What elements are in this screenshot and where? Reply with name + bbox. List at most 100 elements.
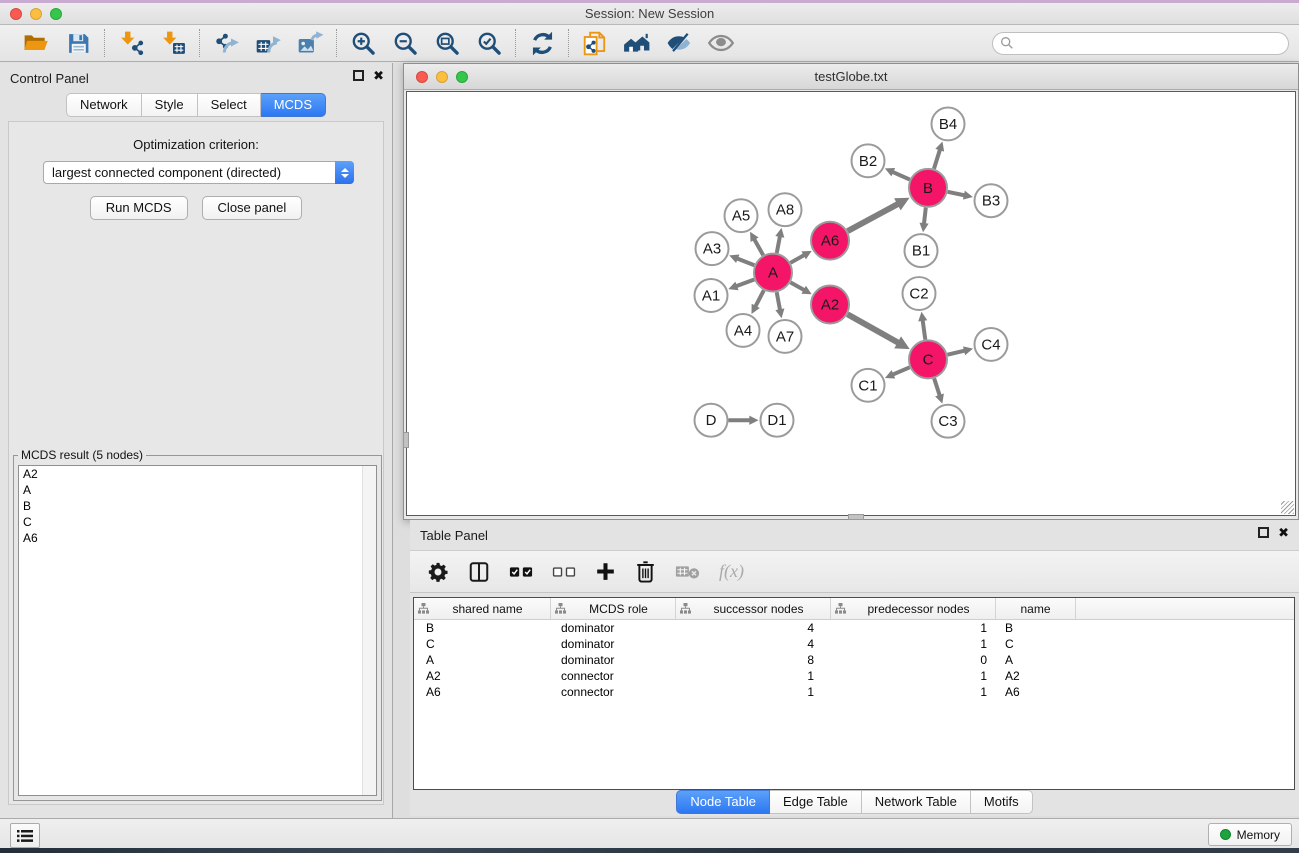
cell-successor-nodes[interactable]: 1 [676,668,831,684]
graph-edge-A2-C[interactable] [847,314,898,343]
mcds-result-item[interactable]: A2 [19,466,376,482]
column-header-shared-name[interactable]: shared name [414,598,551,619]
graph-edge-A-A2[interactable] [790,282,804,290]
task-history-button[interactable] [10,823,40,848]
cell-predecessor-nodes[interactable]: 1 [831,620,996,636]
function-builder-button[interactable]: f(x) [719,561,744,582]
graph-edge-A-A3[interactable] [737,258,755,265]
graph-edge-C-C3[interactable] [934,378,940,396]
first-neighbors-button[interactable] [623,29,651,57]
cell-MCDS-role[interactable]: dominator [551,636,676,652]
table-row[interactable]: Cdominator41C [414,636,1294,652]
graph-edge-A-A5[interactable] [754,239,763,255]
resize-grip-icon[interactable] [1281,501,1294,514]
graph-edge-A-A6[interactable] [790,255,804,263]
graph-edge-B-B2[interactable] [892,172,909,180]
table-row[interactable]: A2connector11A2 [414,668,1294,684]
run-mcds-button[interactable]: Run MCDS [90,196,188,220]
tab-select[interactable]: Select [198,93,261,117]
graph-edge-A6-B[interactable] [848,204,899,231]
cell-name[interactable]: A [996,652,1076,668]
zoom-in-button[interactable] [349,29,377,57]
graph-edge-A-A1[interactable] [736,280,754,287]
zoom-fit-button[interactable] [433,29,461,57]
result-scrollbar[interactable] [362,466,376,795]
duplicate-network-button[interactable] [581,29,609,57]
table-options-button[interactable] [427,561,449,583]
cell-MCDS-role[interactable]: connector [551,684,676,700]
memory-button[interactable]: Memory [1208,823,1292,846]
cell-MCDS-role[interactable]: dominator [551,652,676,668]
table-row[interactable]: A6connector11A6 [414,684,1294,700]
delete-table-button[interactable] [675,563,700,580]
mcds-result-item[interactable]: C [19,514,376,530]
network-window-titlebar[interactable]: testGlobe.txt [404,64,1298,90]
cell-shared-name[interactable]: C [414,636,551,652]
open-session-button[interactable] [22,29,50,57]
mcds-result-item[interactable]: B [19,498,376,514]
tab-network[interactable]: Network [66,93,142,117]
column-header-predecessor-nodes[interactable]: predecessor nodes [831,598,996,619]
zoom-out-button[interactable] [391,29,419,57]
cell-shared-name[interactable]: A2 [414,668,551,684]
search-box[interactable] [992,32,1289,55]
tab-style[interactable]: Style [142,93,198,117]
table-float-panel-icon[interactable] [1258,527,1269,538]
close-panel-button[interactable]: Close panel [202,196,303,220]
cell-name[interactable]: A2 [996,668,1076,684]
delete-column-button[interactable] [635,560,656,583]
cell-shared-name[interactable]: A [414,652,551,668]
table-close-panel-icon[interactable]: ✖ [1278,527,1289,538]
import-network-button[interactable] [117,29,145,57]
cell-name[interactable]: B [996,620,1076,636]
graph-edge-C-C2[interactable] [923,320,926,340]
cell-shared-name[interactable]: B [414,620,551,636]
refresh-layout-button[interactable] [528,29,556,57]
import-table-button[interactable] [159,29,187,57]
graph-edge-A-A4[interactable] [755,290,764,306]
tab-mcds[interactable]: MCDS [261,93,326,117]
cell-successor-nodes[interactable]: 8 [676,652,831,668]
graph-edge-B-B3[interactable] [948,192,965,196]
export-image-button[interactable] [296,29,324,57]
column-header-successor-nodes[interactable]: successor nodes [676,598,831,619]
cell-name[interactable]: C [996,636,1076,652]
cell-predecessor-nodes[interactable]: 1 [831,636,996,652]
deselect-all-button[interactable] [552,564,576,580]
hide-selected-button[interactable] [665,29,693,57]
column-header-MCDS-role[interactable]: MCDS role [551,598,676,619]
graph-edge-C-C1[interactable] [892,367,909,374]
cell-MCDS-role[interactable]: dominator [551,620,676,636]
graph-edge-A-A8[interactable] [777,236,780,253]
cell-successor-nodes[interactable]: 4 [676,620,831,636]
table-tab-edge-table[interactable]: Edge Table [770,790,862,814]
cell-successor-nodes[interactable]: 4 [676,636,831,652]
float-panel-icon[interactable] [353,70,364,81]
cell-predecessor-nodes[interactable]: 1 [831,668,996,684]
close-panel-icon[interactable]: ✖ [373,70,384,81]
cell-shared-name[interactable]: A6 [414,684,551,700]
export-table-button[interactable] [254,29,282,57]
graph-edge-A-A7[interactable] [777,292,780,310]
column-layout-button[interactable] [468,561,490,583]
graph-edge-C-C4[interactable] [947,351,965,355]
graph-edge-B-B1[interactable] [924,208,926,225]
table-tab-motifs[interactable]: Motifs [971,790,1033,814]
mcds-result-item[interactable]: A6 [19,530,376,546]
optimization-select[interactable]: largest connected component (directed) [43,161,354,184]
select-all-button[interactable] [509,564,533,580]
cell-MCDS-role[interactable]: connector [551,668,676,684]
cell-predecessor-nodes[interactable]: 1 [831,684,996,700]
column-header-name[interactable]: name [996,598,1076,619]
show-all-button[interactable] [707,29,735,57]
mcds-result-list[interactable]: A2ABCA6 [18,465,377,796]
mcds-result-item[interactable]: A [19,482,376,498]
cell-successor-nodes[interactable]: 1 [676,684,831,700]
table-row[interactable]: Bdominator41B [414,620,1294,636]
add-column-button[interactable] [595,561,616,582]
table-tab-network-table[interactable]: Network Table [862,790,971,814]
graph-edge-B-B4[interactable] [934,149,940,168]
zoom-selected-button[interactable] [475,29,503,57]
cell-predecessor-nodes[interactable]: 0 [831,652,996,668]
cell-name[interactable]: A6 [996,684,1076,700]
